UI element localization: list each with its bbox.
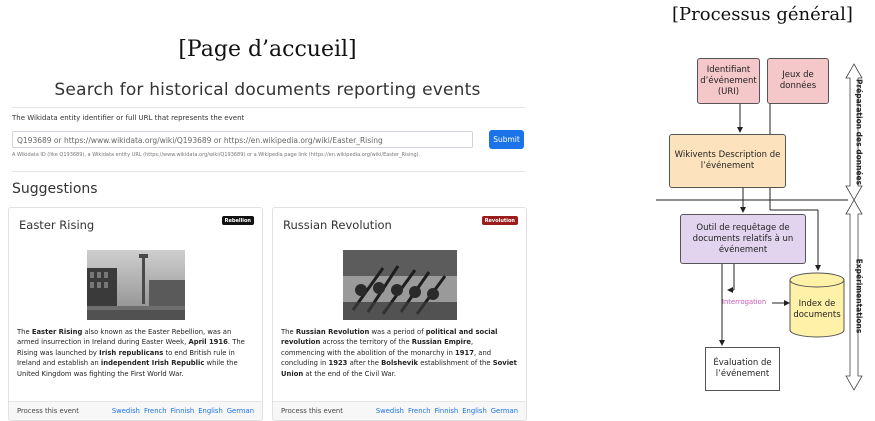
box-outil-requetage: Outil de requêtage de documents relatifs… xyxy=(680,214,806,264)
search-help-text: A Wikidata ID (like Q193689), a Wikidata… xyxy=(12,152,421,158)
language-link-english[interactable]: English xyxy=(198,407,223,415)
page-title: Search for historical documents reportin… xyxy=(54,80,481,100)
divider xyxy=(12,171,525,172)
suggestion-card-russian-revolution[interactable]: Russian Revolution Revolution The Russia… xyxy=(272,207,527,421)
box-index-documents: Index de documents xyxy=(793,299,841,320)
bold-text: April 1916 xyxy=(188,338,228,347)
process-event-label: Process this event xyxy=(17,407,79,415)
bold-text: Bolshevik xyxy=(381,359,419,368)
body-text: at the end of the Civil War. xyxy=(303,369,397,378)
language-link-french[interactable]: French xyxy=(408,407,431,415)
bold-text: Russian Revolution xyxy=(295,328,370,336)
page-label: [Page d’accueil] xyxy=(178,37,357,62)
category-badge: Rebellion xyxy=(221,216,254,225)
body-text: across the territory of the xyxy=(320,338,412,347)
box-wikivents: Wikivents Description de l’événement xyxy=(669,134,786,188)
suggestions-heading: Suggestions xyxy=(12,181,98,197)
language-link-german[interactable]: German xyxy=(491,407,518,415)
bold-text: Irish republicans xyxy=(99,348,164,357)
russian-revolution-photo xyxy=(343,250,457,320)
card-footer: Process this event Swedish French Finnish E… xyxy=(273,401,526,420)
body-text: was a period of xyxy=(369,328,426,336)
box-jeux-de-donnees: Jeux de données xyxy=(767,58,829,104)
label-experimentations: Expérimentations xyxy=(854,258,864,334)
suggestion-card-easter-rising[interactable]: Easter Rising Rebellion The Easter Risin… xyxy=(8,207,263,421)
process-event-label: Process this event xyxy=(281,407,343,415)
language-link-swedish[interactable]: Swedish xyxy=(376,407,404,415)
bold-text: independent Irish Republic xyxy=(100,359,205,368)
body-text: The xyxy=(17,328,32,336)
card-title: Easter Rising xyxy=(19,218,95,232)
web-app-panel: [Page d’accueil] Search for historical d… xyxy=(0,0,535,421)
search-field-label: The Wikidata entity identifier or full U… xyxy=(12,114,245,122)
submit-button[interactable]: Submit xyxy=(489,130,524,149)
language-link-french[interactable]: French xyxy=(144,407,167,415)
category-badge: Revolution xyxy=(481,216,518,225)
card-footer: Process this event Swedish French Finnish E… xyxy=(9,401,262,420)
card-description: The Easter Rising also known as the East… xyxy=(17,327,255,379)
bold-text: Russian Empire xyxy=(411,338,471,347)
body-text: after the xyxy=(347,359,382,368)
label-preparation-donnees: Préparation des données xyxy=(854,78,864,186)
language-links: Swedish French Finnish English German xyxy=(372,407,518,415)
language-link-finnish[interactable]: Finnish xyxy=(435,407,459,415)
language-link-german[interactable]: German xyxy=(227,407,254,415)
bold-text: 1923 xyxy=(328,359,348,368)
easter-rising-photo xyxy=(87,250,185,320)
language-link-finnish[interactable]: Finnish xyxy=(171,407,195,415)
language-links: Swedish French Finnish English German xyxy=(108,407,254,415)
card-description: The Russian Revolution was a period of p… xyxy=(281,327,519,379)
search-input[interactable]: Q193689 or https://www.wikidata.org/wiki… xyxy=(12,131,473,148)
divider xyxy=(12,107,525,108)
body-text: The xyxy=(281,328,296,336)
bold-text: 1917 xyxy=(455,348,474,357)
body-text: establishment of the xyxy=(418,359,493,368)
label-interrogation: Interrogation xyxy=(722,298,767,306)
language-link-swedish[interactable]: Swedish xyxy=(112,407,140,415)
language-link-english[interactable]: English xyxy=(462,407,487,415)
bold-text: Easter Rising xyxy=(31,328,83,336)
card-title: Russian Revolution xyxy=(283,218,392,232)
box-identifiant: Identifiant d’événement (URI) xyxy=(697,58,760,104)
box-evaluation: Évaluation de l’événement xyxy=(705,347,780,391)
